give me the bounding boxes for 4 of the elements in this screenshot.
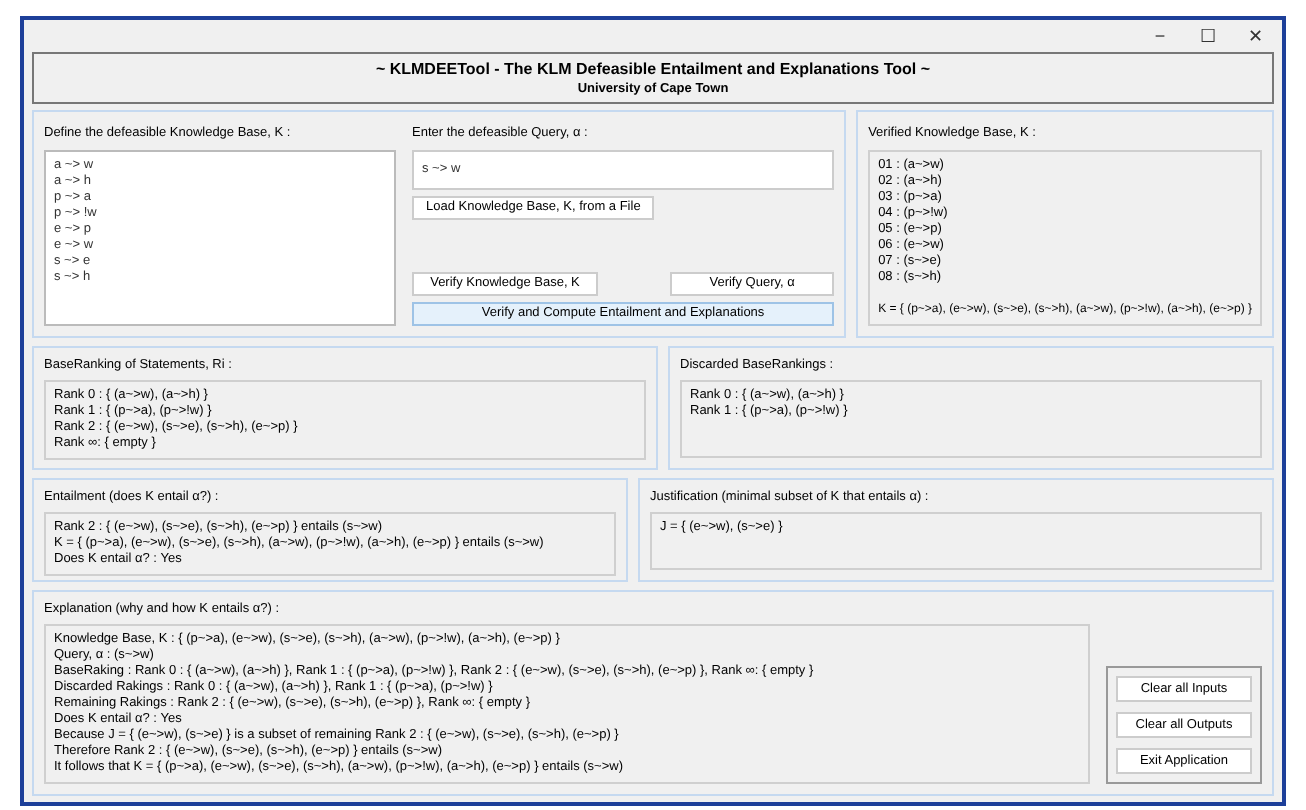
app-title: ~ KLMDEETool - The KLM Defeasible Entailment and Explanations Tool ~ <box>375 59 931 80</box>
maximize-button[interactable]: ☐ <box>1198 28 1218 45</box>
close-button[interactable]: ✕ <box>1246 28 1266 45</box>
minimize-button[interactable]: − <box>1150 28 1170 45</box>
